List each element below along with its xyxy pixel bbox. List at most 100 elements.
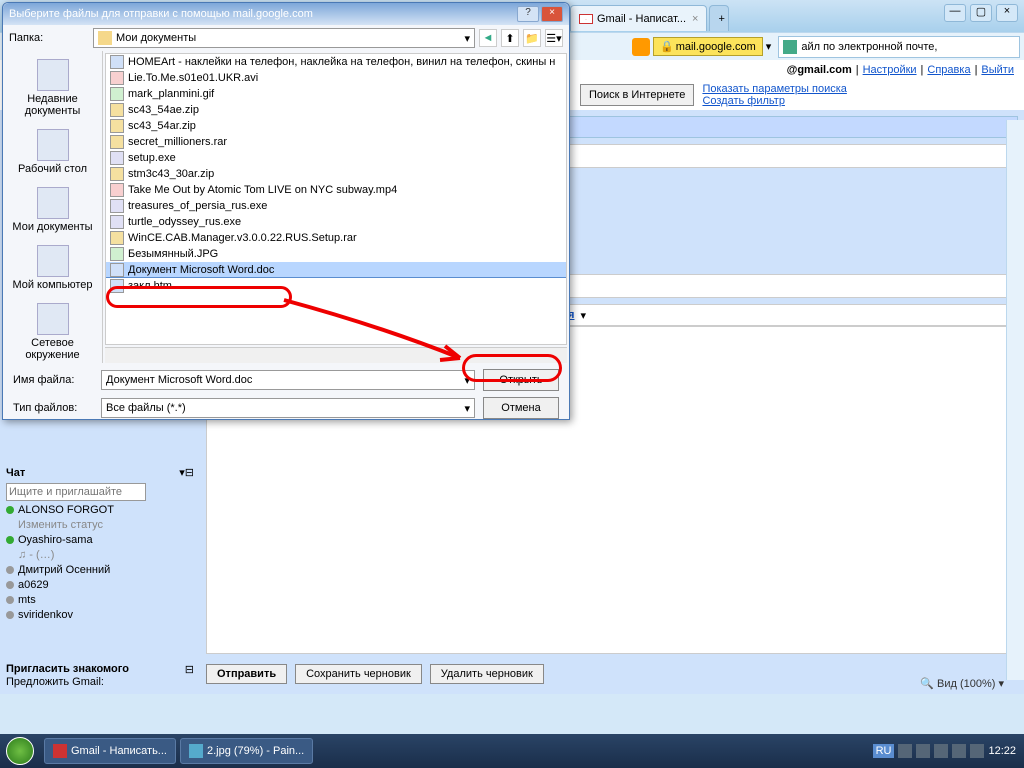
file-name: sc43_54ar.zip (128, 120, 196, 132)
close-button[interactable]: × (996, 4, 1018, 22)
places-bar: Недавние документыРабочий стол Мои докуме… (3, 51, 103, 363)
tray-icon[interactable] (916, 744, 930, 758)
taskbar-item-paint[interactable]: 2.jpg (79%) - Pain... (180, 738, 313, 764)
file-row[interactable]: Документ Microsoft Word.doc (106, 262, 566, 278)
delete-draft-button[interactable]: Удалить черновик (430, 664, 544, 684)
settings-link[interactable]: Настройки (863, 64, 917, 76)
chat-contact[interactable]: ALONSO FORGOT (6, 504, 194, 516)
spellcheck-dropdown-icon[interactable]: ▾ (580, 309, 586, 322)
chat-collapse-icon[interactable]: ⊟ (185, 467, 194, 479)
place-item[interactable]: Сетевое окружение (8, 299, 98, 365)
file-name: stm3c43_30ar.zip (128, 168, 214, 180)
tray-icon[interactable] (898, 744, 912, 758)
help-link[interactable]: Справка (927, 64, 970, 76)
maximize-button[interactable]: ▢ (970, 4, 992, 22)
system-tray: RU 12:22 (873, 744, 1024, 758)
file-icon (110, 119, 124, 133)
file-row[interactable]: HOMEArt - наклейки на телефон, наклейка … (106, 54, 566, 70)
status-dot (6, 596, 14, 604)
contact-name: Дмитрий Осенний (18, 564, 110, 576)
file-row[interactable]: turtle_odyssey_rus.exe (106, 214, 566, 230)
browser-tab-gmail[interactable]: Gmail - Написат... × (570, 5, 707, 31)
chat-contact[interactable]: a0629 (6, 579, 194, 591)
chat-search-input[interactable] (6, 483, 146, 501)
tray-icon[interactable] (934, 744, 948, 758)
chat-title: Чат (6, 467, 25, 479)
file-icon (110, 247, 124, 261)
search-web-button[interactable]: Поиск в Интернете (580, 84, 694, 106)
start-button[interactable] (0, 734, 40, 768)
file-row[interactable]: secret_millioners.rar (106, 134, 566, 150)
clock[interactable]: 12:22 (988, 745, 1016, 757)
tray-icon[interactable] (952, 744, 966, 758)
cancel-button[interactable]: Отмена (483, 397, 559, 419)
windows-taskbar: Gmail - Написать... 2.jpg (79%) - Pain..… (0, 734, 1024, 768)
minimize-button[interactable]: — (944, 4, 966, 22)
compose-actions: Отправить Сохранить черновик Удалить чер… (200, 660, 1024, 688)
tab-close-icon[interactable]: × (692, 13, 698, 25)
file-name: treasures_of_persia_rus.exe (128, 200, 267, 212)
dialog-help-button[interactable]: ? (517, 6, 539, 22)
show-search-params-link[interactable]: Показать параметры поиска (702, 83, 846, 95)
create-filter-link[interactable]: Создать фильтр (702, 95, 846, 107)
status-dot (6, 536, 14, 544)
file-row[interactable]: Lie.To.Me.s01e01.UKR.avi (106, 70, 566, 86)
invite-collapse-icon[interactable]: ⊟ (185, 663, 194, 676)
new-folder-icon[interactable]: 📁 (523, 29, 541, 47)
chat-contact[interactable]: mts (6, 594, 194, 606)
scrollbar-right[interactable] (1006, 120, 1024, 680)
new-tab-button[interactable]: + (709, 5, 729, 31)
file-row[interactable]: sc43_54ar.zip (106, 118, 566, 134)
file-row[interactable]: mark_planmini.gif (106, 86, 566, 102)
tray-icon[interactable] (970, 744, 984, 758)
taskbar-item-gmail[interactable]: Gmail - Написать... (44, 738, 176, 764)
rss-icon[interactable] (632, 38, 650, 56)
place-item[interactable]: Мой компьютер (8, 241, 98, 295)
dialog-close-button[interactable]: × (541, 6, 563, 22)
contact-name: sviridenkov (18, 609, 73, 621)
filetype-combo[interactable]: Все файлы (*.*)▾ (101, 398, 475, 418)
file-icon (110, 199, 124, 213)
browser-search-input[interactable]: айл по электронной почте, (778, 36, 1020, 58)
folder-dropdown-icon[interactable]: ▾ (464, 32, 470, 45)
place-item[interactable]: Рабочий стол (8, 125, 98, 179)
dialog-title: Выберите файлы для отправки с помощью ma… (9, 8, 313, 20)
file-icon (110, 167, 124, 181)
chat-contact[interactable]: Дмитрий Осенний (6, 564, 194, 576)
file-row[interactable]: setup.exe (106, 150, 566, 166)
place-label: Мой компьютер (12, 279, 94, 291)
dropdown-icon[interactable]: ▾ (766, 40, 772, 53)
place-item[interactable]: Мои документы (8, 183, 98, 237)
up-folder-icon[interactable]: ⬆ (501, 29, 519, 47)
lock-icon: 🔒 (660, 40, 674, 53)
file-row[interactable]: treasures_of_persia_rus.exe (106, 198, 566, 214)
nav-back-icon[interactable]: ◄ (479, 29, 497, 47)
file-row[interactable]: sc43_54ae.zip (106, 102, 566, 118)
language-indicator[interactable]: RU (873, 744, 895, 758)
place-label: Мои документы (12, 221, 94, 233)
file-row[interactable]: Безымянный.JPG (106, 246, 566, 262)
place-item[interactable]: Недавние документы (8, 55, 98, 121)
dialog-toolbar: Папка: Мои документы ▾ ◄ ⬆ 📁 ☰▾ (3, 25, 569, 51)
save-draft-button[interactable]: Сохранить черновик (295, 664, 422, 684)
opera-icon (53, 744, 67, 758)
dialog-titlebar[interactable]: Выберите файлы для отправки с помощью ma… (3, 3, 569, 25)
place-icon (37, 187, 69, 219)
view-menu-icon[interactable]: ☰▾ (545, 29, 563, 47)
folder-combo[interactable]: Мои документы ▾ (93, 28, 475, 48)
file-icon (110, 151, 124, 165)
chat-contact[interactable]: sviridenkov (6, 609, 194, 621)
google-icon (783, 40, 797, 54)
file-row[interactable]: Take Me Out by Atomic Tom LIVE on NYC su… (106, 182, 566, 198)
file-icon (110, 183, 124, 197)
file-name: Безымянный.JPG (128, 248, 218, 260)
invite-label: Пригласить знакомого (6, 663, 129, 676)
file-row[interactable]: stm3c43_30ar.zip (106, 166, 566, 182)
logout-link[interactable]: Выйти (981, 64, 1014, 76)
file-row[interactable]: WinCE.CAB.Manager.v3.0.0.22.RUS.Setup.ra… (106, 230, 566, 246)
chat-header: Чат ▾⊟ (6, 466, 194, 479)
zoom-indicator[interactable]: 🔍 Вид (100%) ▾ (920, 677, 1004, 690)
send-button[interactable]: Отправить (206, 664, 287, 684)
chat-contact[interactable]: Oyashiro-sama (6, 534, 194, 546)
security-badge[interactable]: 🔒 mail.google.com (653, 37, 763, 56)
